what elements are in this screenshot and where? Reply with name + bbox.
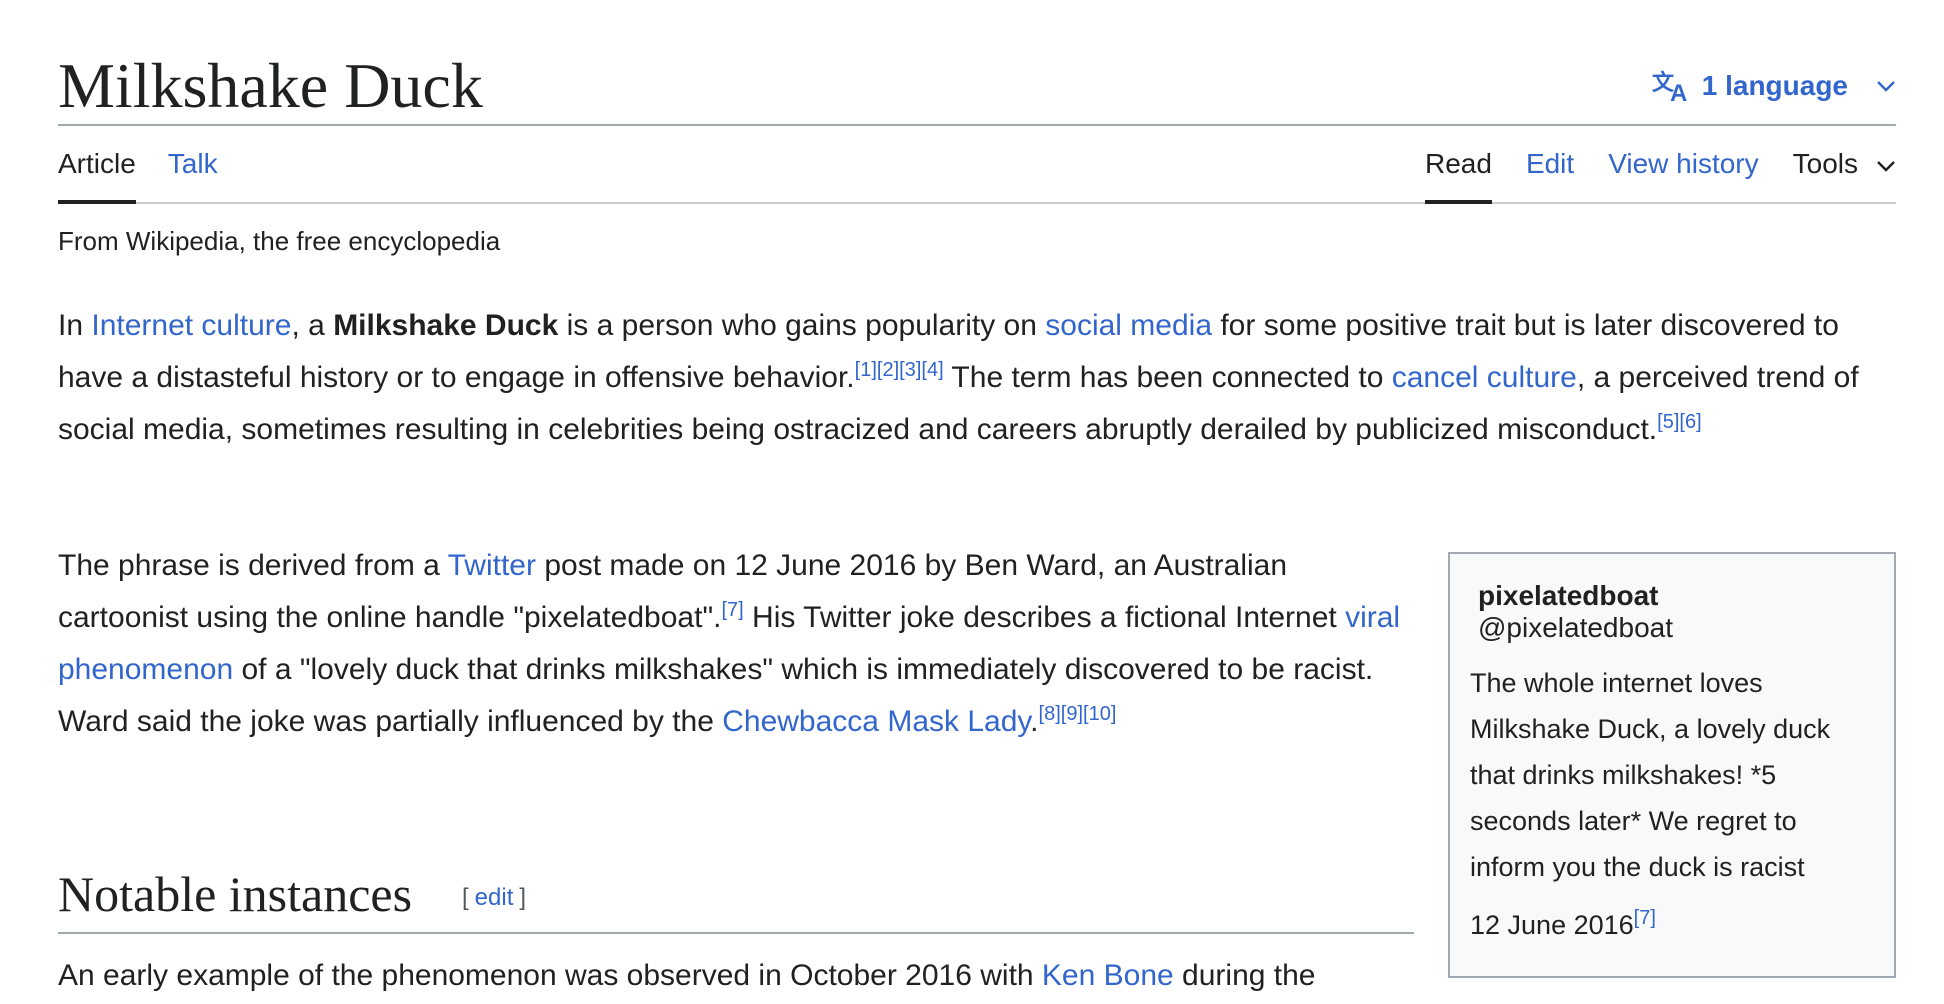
tweet-date-line: 12 June 2016[7] xyxy=(1470,902,1874,948)
ref-10[interactable]: [10] xyxy=(1083,703,1116,725)
text: of a "lovely duck that drinks milkshakes… xyxy=(58,653,1374,738)
ref-1[interactable]: [1] xyxy=(855,359,877,381)
text: The phrase is derived from a xyxy=(58,549,448,582)
text: during the xyxy=(1173,959,1316,992)
link-social-media[interactable]: social media xyxy=(1045,309,1212,342)
ref-7[interactable]: [7] xyxy=(721,599,743,621)
link-chewbacca-mask-lady[interactable]: Chewbacca Mask Lady xyxy=(722,705,1030,738)
ref-8[interactable]: [8] xyxy=(1039,703,1061,725)
notable-instances-paragraph: An early example of the phenomenon was o… xyxy=(58,950,1418,1002)
title-row: Milkshake Duck 文 A 1 language xyxy=(58,38,1896,126)
page-title: Milkshake Duck xyxy=(58,50,483,121)
ref-3[interactable]: [3] xyxy=(899,359,921,381)
lead-paragraph: In Internet culture, a Milkshake Duck is… xyxy=(58,300,1896,456)
tweet-quote-box: pixelatedboat @pixelatedboat The whole i… xyxy=(1448,552,1896,978)
bracket-open: [ xyxy=(462,884,469,911)
text: , a xyxy=(291,309,334,342)
tab-talk[interactable]: Talk xyxy=(168,126,218,202)
tweet-date: 12 June 2016 xyxy=(1470,910,1634,940)
link-twitter[interactable]: Twitter xyxy=(448,549,536,582)
bracket-close: ] xyxy=(519,884,527,911)
section-title: Notable instances xyxy=(58,866,413,922)
view-tabs: Read Edit View history Tools xyxy=(1425,126,1896,204)
section-edit-link[interactable]: edit xyxy=(475,884,514,911)
section-edit: [edit] xyxy=(462,884,526,912)
tweet-author-name: pixelatedboat xyxy=(1478,580,1659,611)
tabs-row: Article Talk Read Edit View history Tool… xyxy=(58,126,1896,204)
tab-read[interactable]: Read xyxy=(1425,126,1492,204)
text: is a person who gains popularity on xyxy=(558,309,1046,342)
tab-article[interactable]: Article xyxy=(58,126,136,204)
chevron-down-icon xyxy=(1876,126,1896,202)
link-cancel-culture[interactable]: cancel culture xyxy=(1392,361,1577,394)
namespace-tabs: Article Talk xyxy=(58,126,218,204)
ref-4[interactable]: [4] xyxy=(921,359,943,381)
tweet-author-handle: @pixelatedboat xyxy=(1478,612,1674,643)
tools-menu[interactable]: Tools xyxy=(1793,126,1896,202)
tweet-text: The whole internet loves Milkshake Duck,… xyxy=(1470,668,1831,882)
translate-icon: 文 A xyxy=(1652,68,1692,104)
tab-view-history[interactable]: View history xyxy=(1608,126,1758,202)
link-internet-culture[interactable]: Internet culture xyxy=(91,309,291,342)
language-button[interactable]: 文 A 1 language xyxy=(1652,68,1896,104)
ref-2[interactable]: [2] xyxy=(877,359,899,381)
svg-text:A: A xyxy=(1670,80,1687,104)
text: . xyxy=(1030,705,1039,738)
text: An early example of the phenomenon was o… xyxy=(58,959,1042,992)
tweet-ref[interactable]: [7] xyxy=(1634,907,1656,929)
ref-9[interactable]: [9] xyxy=(1061,703,1083,725)
ref-5[interactable]: [5] xyxy=(1657,411,1679,433)
text: In xyxy=(58,309,92,342)
text: His Twitter joke describes a fictional I… xyxy=(743,601,1346,634)
section-heading-notable-instances: Notable instances [edit] xyxy=(58,858,1414,934)
tools-label: Tools xyxy=(1792,148,1858,179)
wikipedia-article-page: Milkshake Duck 文 A 1 language Article Ta… xyxy=(0,0,1944,1004)
tab-edit[interactable]: Edit xyxy=(1526,126,1574,202)
link-ken-bone[interactable]: Ken Bone xyxy=(1042,959,1174,992)
site-tagline: From Wikipedia, the free encyclopedia xyxy=(58,226,501,256)
chevron-down-icon xyxy=(1876,79,1896,93)
ref-6[interactable]: [6] xyxy=(1679,411,1701,433)
language-label: 1 language xyxy=(1701,70,1848,101)
origin-paragraph: The phrase is derived from a Twitter pos… xyxy=(58,540,1418,748)
text: The term has been connected to xyxy=(943,361,1392,394)
bold-term: Milkshake Duck xyxy=(333,309,559,342)
